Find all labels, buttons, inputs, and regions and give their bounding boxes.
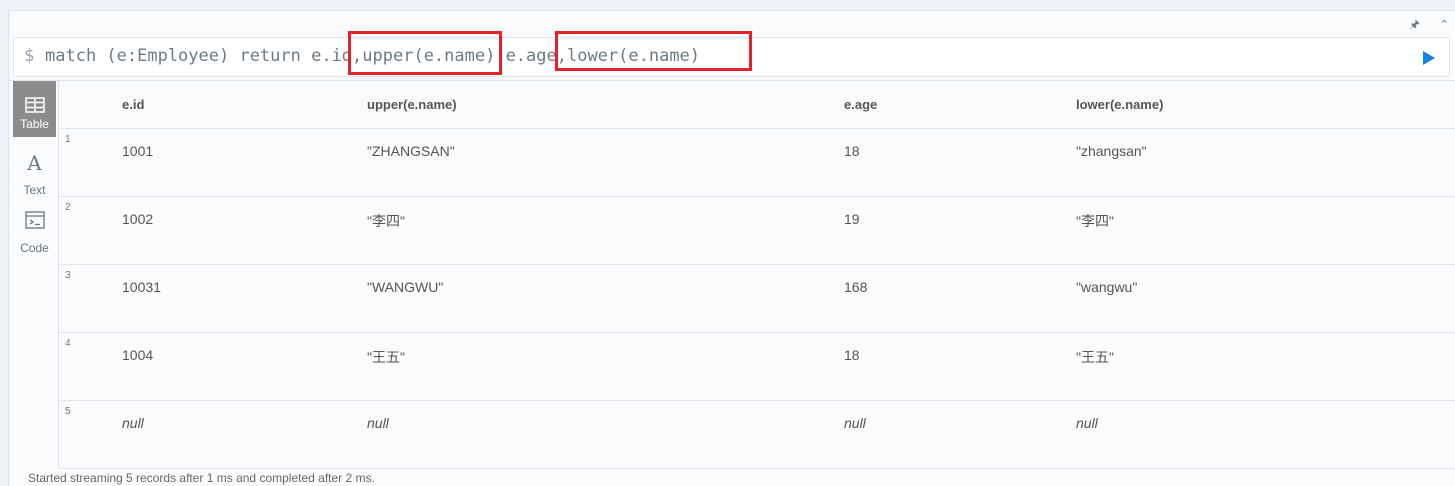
table-cell: "zhangsan" [1076, 143, 1147, 159]
status-bar-text: Started streaming 5 records after 1 ms a… [28, 471, 375, 485]
table-cell: "李四" [367, 213, 405, 229]
column-header[interactable]: e.age [844, 97, 877, 112]
result-table: e.id upper(e.name) e.age lower(e.name) 1… [59, 81, 1455, 469]
table-cell: "wangwu" [1076, 279, 1138, 295]
table-cell: 18 [844, 143, 860, 159]
table-cell: 168 [844, 279, 868, 295]
result-frame: 🖈 ⌃ $ match (e:Employee) return e.id,upp… [8, 10, 1455, 486]
table-cell: "ZHANGSAN" [367, 143, 455, 159]
table-cell: "李四" [1076, 213, 1114, 229]
result-content: Table A Text Code e.id upper(e.name) e.a… [9, 80, 1455, 469]
pin-icon[interactable]: 🖈 [1410, 17, 1420, 33]
view-code-button[interactable]: Code [13, 205, 56, 261]
table-cell: 18 [844, 347, 860, 363]
table-cell: null [122, 415, 144, 431]
column-header[interactable]: e.id [122, 97, 144, 112]
table-cell: 1004 [122, 347, 154, 363]
table-cell: null [1076, 415, 1098, 431]
view-switcher: Table A Text Code [9, 81, 59, 469]
table-cell: 10031 [122, 279, 161, 295]
query-text[interactable]: match (e:Employee) return e.id,upper(e.n… [45, 46, 700, 66]
code-icon [25, 211, 45, 229]
table-header: e.id upper(e.name) e.age lower(e.name) [59, 81, 1455, 129]
view-code-label: Code [20, 241, 49, 255]
row-number: 1 [65, 134, 71, 145]
table-cell: "王五" [367, 349, 405, 365]
view-table-button[interactable]: Table [13, 81, 56, 137]
table-cell: null [367, 415, 389, 431]
table-cell: "WANGWU" [367, 279, 444, 295]
table-row: 2 1002 "李四" 19 "李四" [59, 197, 1455, 265]
table-row: 1 1001 "ZHANGSAN" 18 "zhangsan" [59, 129, 1455, 197]
row-number: 3 [65, 270, 71, 281]
table-cell: 1002 [122, 211, 154, 227]
frame-toolbar: 🖈 ⌃ [1410, 17, 1455, 33]
table-row: 3 10031 "WANGWU" 168 "wangwu" [59, 265, 1455, 333]
table-row: 4 1004 "王五" 18 "王五" [59, 333, 1455, 401]
table-cell: "王五" [1076, 349, 1114, 365]
column-header[interactable]: upper(e.name) [367, 97, 457, 112]
table-cell: 1001 [122, 143, 154, 159]
row-number: 5 [65, 406, 71, 417]
query-editor[interactable]: $ match (e:Employee) return e.id,upper(e… [13, 31, 1450, 77]
table-cell: 19 [844, 211, 860, 227]
view-text-label: Text [23, 183, 46, 197]
text-icon: A [27, 151, 42, 175]
play-icon[interactable] [1423, 51, 1435, 65]
table-cell: null [844, 415, 866, 431]
column-header[interactable]: lower(e.name) [1076, 97, 1163, 112]
table-icon [25, 97, 45, 113]
view-table-label: Table [20, 117, 49, 131]
table-row: 5 null null null null [59, 401, 1455, 469]
row-number: 4 [65, 338, 71, 349]
view-text-button[interactable]: A Text [13, 147, 56, 203]
chevron-up-icon[interactable]: ⌃ [1440, 17, 1449, 33]
prompt-symbol: $ [24, 46, 35, 66]
row-number: 2 [65, 202, 71, 213]
